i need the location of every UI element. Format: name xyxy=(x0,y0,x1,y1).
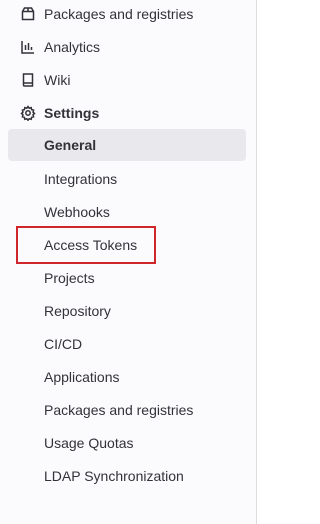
sidebar-item-settings-packages-and-registries[interactable]: Packages and registries xyxy=(8,394,246,426)
sidebar-item-access-tokens[interactable]: Access Tokens xyxy=(8,229,246,261)
sidebar-item-label: Packages and registries xyxy=(44,6,194,22)
sidebar-item-general[interactable]: General xyxy=(8,129,246,161)
sidebar-item-label: Usage Quotas xyxy=(44,435,134,451)
sidebar-item-label: LDAP Synchronization xyxy=(44,468,184,484)
sidebar-item-label: Analytics xyxy=(44,39,101,55)
sidebar-item-usage-quotas[interactable]: Usage Quotas xyxy=(8,427,246,459)
sidebar: Packages and registries Analytics Wiki S… xyxy=(0,0,257,524)
sidebar-item-analytics[interactable]: Analytics xyxy=(8,31,246,63)
chart-icon xyxy=(20,39,36,55)
sidebar-item-projects[interactable]: Projects xyxy=(8,262,246,294)
sidebar-item-label: Projects xyxy=(44,270,95,286)
sidebar-item-label: Repository xyxy=(44,303,111,319)
sidebar-item-label: Packages and registries xyxy=(44,402,194,418)
sidebar-item-label: Settings xyxy=(44,105,100,121)
sidebar-item-label: Integrations xyxy=(44,171,118,187)
book-icon xyxy=(20,72,36,88)
sidebar-item-label: General xyxy=(44,137,97,153)
sidebar-item-ldap-synchronization[interactable]: LDAP Synchronization xyxy=(8,460,246,492)
sidebar-item-label: Wiki xyxy=(44,72,71,88)
sidebar-item-settings[interactable]: Settings xyxy=(8,97,246,129)
gear-icon xyxy=(20,105,36,121)
package-icon xyxy=(20,6,36,22)
sidebar-item-integrations[interactable]: Integrations xyxy=(8,163,246,195)
sidebar-item-applications[interactable]: Applications xyxy=(8,361,246,393)
sidebar-item-label: Webhooks xyxy=(44,204,110,220)
sidebar-item-repository[interactable]: Repository xyxy=(8,295,246,327)
sidebar-item-label: Access Tokens xyxy=(44,237,138,253)
sidebar-item-label: Applications xyxy=(44,369,120,385)
sidebar-item-webhooks[interactable]: Webhooks xyxy=(8,196,246,228)
sidebar-item-wiki[interactable]: Wiki xyxy=(8,64,246,96)
sidebar-item-ci-cd[interactable]: CI/CD xyxy=(8,328,246,360)
sidebar-item-packages-and-registries[interactable]: Packages and registries xyxy=(8,0,246,30)
sidebar-item-label: CI/CD xyxy=(44,336,83,352)
